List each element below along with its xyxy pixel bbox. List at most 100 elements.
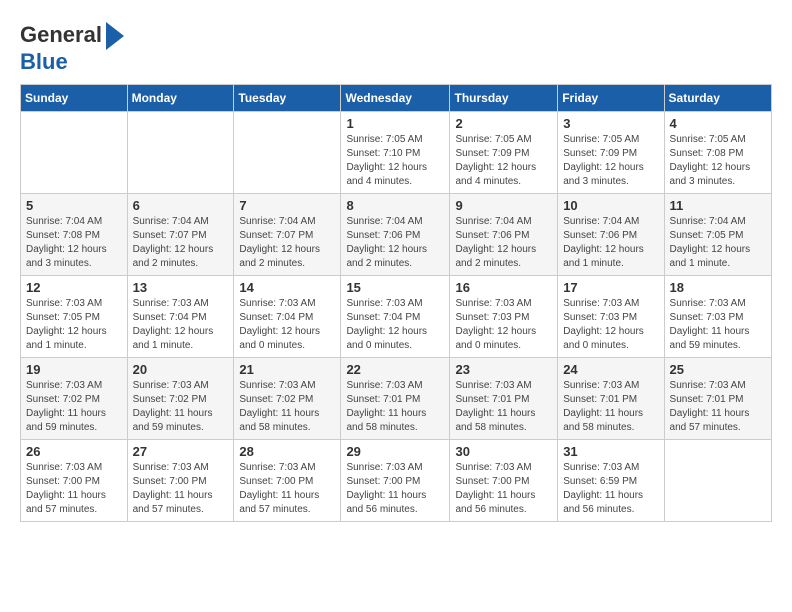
calendar-cell: 23 Sunrise: 7:03 AM Sunset: 7:01 PM Dayli… [450, 358, 558, 440]
day-info: Sunrise: 7:03 AM Sunset: 7:05 PM Dayligh… [26, 297, 122, 353]
day-info: Sunrise: 7:03 AM Sunset: 7:00 PM Dayligh… [26, 461, 122, 517]
day-header-saturday: Saturday [664, 85, 771, 112]
day-number: 14 [239, 280, 335, 295]
day-info: Sunrise: 7:03 AM Sunset: 7:04 PM Dayligh… [133, 297, 229, 353]
calendar-cell: 3 Sunrise: 7:05 AM Sunset: 7:09 PM Daylig… [558, 112, 664, 194]
day-number: 21 [239, 362, 335, 377]
day-info: Sunrise: 7:05 AM Sunset: 7:10 PM Dayligh… [346, 133, 444, 189]
day-number: 22 [346, 362, 444, 377]
calendar-cell: 30 Sunrise: 7:03 AM Sunset: 7:00 PM Dayli… [450, 440, 558, 522]
day-info: Sunrise: 7:03 AM Sunset: 7:00 PM Dayligh… [346, 461, 444, 517]
calendar-cell: 13 Sunrise: 7:03 AM Sunset: 7:04 PM Dayli… [127, 276, 234, 358]
day-number: 7 [239, 198, 335, 213]
calendar-cell: 5 Sunrise: 7:04 AM Sunset: 7:08 PM Daylig… [21, 194, 128, 276]
calendar-cell: 4 Sunrise: 7:05 AM Sunset: 7:08 PM Daylig… [664, 112, 771, 194]
day-number: 17 [563, 280, 658, 295]
calendar-cell [664, 440, 771, 522]
day-number: 2 [455, 116, 552, 131]
calendar-cell: 10Sunrise: 7:04 AM Sunset: 7:06 PM Dayli… [558, 194, 664, 276]
calendar-cell: 8 Sunrise: 7:04 AM Sunset: 7:06 PM Daylig… [341, 194, 450, 276]
day-header-friday: Friday [558, 85, 664, 112]
day-info: Sunrise: 7:04 AM Sunset: 7:07 PM Dayligh… [133, 215, 229, 271]
day-number: 15 [346, 280, 444, 295]
day-number: 30 [455, 444, 552, 459]
day-header-monday: Monday [127, 85, 234, 112]
calendar-cell: 11 Sunrise: 7:04 AM Sunset: 7:05 PM Dayli… [664, 194, 771, 276]
calendar-cell: 15 Sunrise: 7:03 AM Sunset: 7:04 PM Dayli… [341, 276, 450, 358]
day-number: 3 [563, 116, 658, 131]
calendar-cell: 1 Sunrise: 7:05 AM Sunset: 7:10 PM Daylig… [341, 112, 450, 194]
calendar-cell: 19Sunrise: 7:03 AM Sunset: 7:02 PM Dayli… [21, 358, 128, 440]
calendar-cell: 7 Sunrise: 7:04 AM Sunset: 7:07 PM Daylig… [234, 194, 341, 276]
day-info: Sunrise: 7:03 AM Sunset: 7:02 PM Dayligh… [26, 379, 122, 435]
day-info: Sunrise: 7:03 AM Sunset: 7:01 PM Dayligh… [455, 379, 552, 435]
day-number: 29 [346, 444, 444, 459]
calendar-cell: 17 Sunrise: 7:03 AM Sunset: 7:03 PM Dayli… [558, 276, 664, 358]
day-info: Sunrise: 7:03 AM Sunset: 7:03 PM Dayligh… [563, 297, 658, 353]
day-number: 1 [346, 116, 444, 131]
calendar-cell: 28 Sunrise: 7:03 AM Sunset: 7:00 PM Dayli… [234, 440, 341, 522]
day-info: Sunrise: 7:03 AM Sunset: 7:02 PM Dayligh… [239, 379, 335, 435]
day-number: 5 [26, 198, 122, 213]
day-number: 26 [26, 444, 122, 459]
day-number: 18 [670, 280, 766, 295]
day-number: 12 [26, 280, 122, 295]
day-info: Sunrise: 7:04 AM Sunset: 7:07 PM Dayligh… [239, 215, 335, 271]
day-info: Sunrise: 7:04 AM Sunset: 7:05 PM Dayligh… [670, 215, 766, 271]
calendar-cell: 31 Sunrise: 7:03 AM Sunset: 6:59 PM Dayli… [558, 440, 664, 522]
calendar-cell: 29 Sunrise: 7:03 AM Sunset: 7:00 PM Dayli… [341, 440, 450, 522]
calendar-cell: 18 Sunrise: 7:03 AM Sunset: 7:03 PM Dayli… [664, 276, 771, 358]
day-number: 28 [239, 444, 335, 459]
day-number: 4 [670, 116, 766, 131]
page-header: General Blue [20, 20, 772, 74]
day-number: 24 [563, 362, 658, 377]
day-info: Sunrise: 7:03 AM Sunset: 7:00 PM Dayligh… [133, 461, 229, 517]
day-info: Sunrise: 7:03 AM Sunset: 7:04 PM Dayligh… [239, 297, 335, 353]
day-info: Sunrise: 7:03 AM Sunset: 7:01 PM Dayligh… [563, 379, 658, 435]
calendar-cell: 9 Sunrise: 7:04 AM Sunset: 7:06 PM Daylig… [450, 194, 558, 276]
day-info: Sunrise: 7:03 AM Sunset: 7:00 PM Dayligh… [239, 461, 335, 517]
day-number: 9 [455, 198, 552, 213]
day-info: Sunrise: 7:05 AM Sunset: 7:09 PM Dayligh… [563, 133, 658, 189]
calendar-cell [234, 112, 341, 194]
calendar-cell: 22 Sunrise: 7:03 AM Sunset: 7:01 PM Dayli… [341, 358, 450, 440]
calendar-cell: 12 Sunrise: 7:03 AM Sunset: 7:05 PM Dayli… [21, 276, 128, 358]
day-info: Sunrise: 7:04 AM Sunset: 7:06 PM Dayligh… [563, 215, 658, 271]
day-number: 23 [455, 362, 552, 377]
logo-text-blue: Blue [20, 50, 68, 74]
day-info: Sunrise: 7:03 AM Sunset: 6:59 PM Dayligh… [563, 461, 658, 517]
day-info: Sunrise: 7:05 AM Sunset: 7:09 PM Dayligh… [455, 133, 552, 189]
day-number: 31 [563, 444, 658, 459]
day-info: Sunrise: 7:03 AM Sunset: 7:03 PM Dayligh… [670, 297, 766, 353]
day-info: Sunrise: 7:04 AM Sunset: 7:06 PM Dayligh… [346, 215, 444, 271]
day-number: 16 [455, 280, 552, 295]
day-number: 8 [346, 198, 444, 213]
day-info: Sunrise: 7:05 AM Sunset: 7:08 PM Dayligh… [670, 133, 766, 189]
day-info: Sunrise: 7:03 AM Sunset: 7:04 PM Dayligh… [346, 297, 444, 353]
day-number: 6 [133, 198, 229, 213]
day-header-tuesday: Tuesday [234, 85, 341, 112]
day-info: Sunrise: 7:04 AM Sunset: 7:08 PM Dayligh… [26, 215, 122, 271]
logo-arrow-icon [106, 22, 124, 50]
day-header-sunday: Sunday [21, 85, 128, 112]
calendar-cell: 16 Sunrise: 7:03 AM Sunset: 7:03 PM Dayli… [450, 276, 558, 358]
calendar-cell: 27Sunrise: 7:03 AM Sunset: 7:00 PM Dayli… [127, 440, 234, 522]
logo: General Blue [20, 20, 124, 74]
day-info: Sunrise: 7:03 AM Sunset: 7:01 PM Dayligh… [346, 379, 444, 435]
calendar-cell: 21 Sunrise: 7:03 AM Sunset: 7:02 PM Dayli… [234, 358, 341, 440]
day-info: Sunrise: 7:04 AM Sunset: 7:06 PM Dayligh… [455, 215, 552, 271]
calendar-cell [127, 112, 234, 194]
day-info: Sunrise: 7:03 AM Sunset: 7:01 PM Dayligh… [670, 379, 766, 435]
calendar-cell: 20Sunrise: 7:03 AM Sunset: 7:02 PM Dayli… [127, 358, 234, 440]
day-number: 25 [670, 362, 766, 377]
day-info: Sunrise: 7:03 AM Sunset: 7:03 PM Dayligh… [455, 297, 552, 353]
calendar-cell: 25 Sunrise: 7:03 AM Sunset: 7:01 PM Dayli… [664, 358, 771, 440]
day-number: 11 [670, 198, 766, 213]
day-info: Sunrise: 7:03 AM Sunset: 7:02 PM Dayligh… [133, 379, 229, 435]
calendar-cell: 26 Sunrise: 7:03 AM Sunset: 7:00 PM Dayli… [21, 440, 128, 522]
calendar-cell: 6 Sunrise: 7:04 AM Sunset: 7:07 PM Daylig… [127, 194, 234, 276]
day-number: 13 [133, 280, 229, 295]
calendar-cell: 14 Sunrise: 7:03 AM Sunset: 7:04 PM Dayli… [234, 276, 341, 358]
day-header-wednesday: Wednesday [341, 85, 450, 112]
day-info: Sunrise: 7:03 AM Sunset: 7:00 PM Dayligh… [455, 461, 552, 517]
